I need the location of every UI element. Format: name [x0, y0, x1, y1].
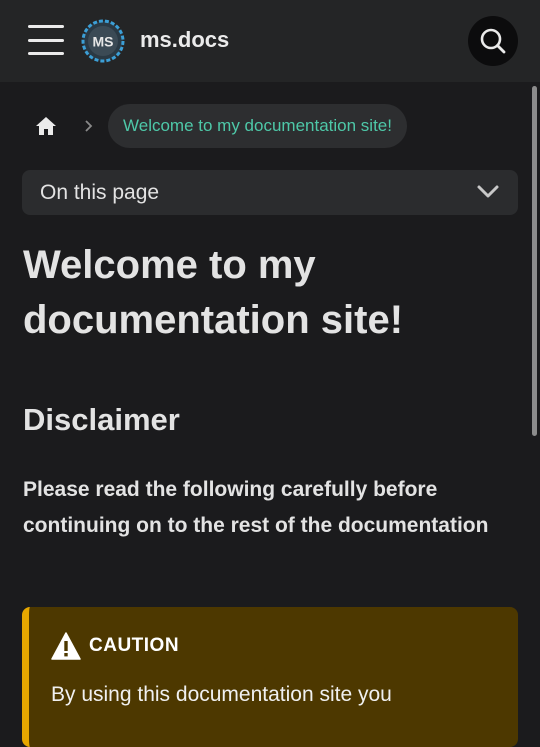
site-logo[interactable]: MS: [80, 18, 126, 64]
home-icon: [36, 117, 56, 135]
caution-admonition: CAUTION By using this documentation site…: [22, 607, 518, 747]
breadcrumb: Welcome to my documentation site!: [22, 104, 407, 148]
chevron-right-icon: [70, 119, 108, 133]
admonition-heading: CAUTION: [51, 632, 179, 660]
warning-icon: [51, 632, 81, 660]
chevron-down-icon: [477, 185, 499, 198]
toc-dropdown[interactable]: On this page: [22, 170, 518, 215]
search-button[interactable]: [468, 16, 518, 66]
page-title: Welcome to my documentation site!: [23, 243, 404, 342]
brand-title[interactable]: ms.docs: [140, 27, 229, 53]
section-heading: Disclaimer: [23, 402, 180, 437]
lead-paragraph: Please read the following carefully befo…: [23, 478, 489, 537]
admonition-title: CAUTION: [89, 635, 180, 656]
navbar: MS ms.docs: [0, 0, 540, 82]
search-icon: [480, 28, 506, 54]
breadcrumb-current: Welcome to my documentation site!: [108, 104, 407, 148]
scrollbar[interactable]: [532, 86, 537, 436]
hamburger-menu-icon[interactable]: [28, 25, 64, 55]
breadcrumb-home[interactable]: [22, 104, 70, 148]
toc-label: On this page: [40, 181, 160, 204]
logo-text: MS: [93, 34, 114, 50]
admonition-body: By using this documentation site you: [51, 683, 392, 706]
